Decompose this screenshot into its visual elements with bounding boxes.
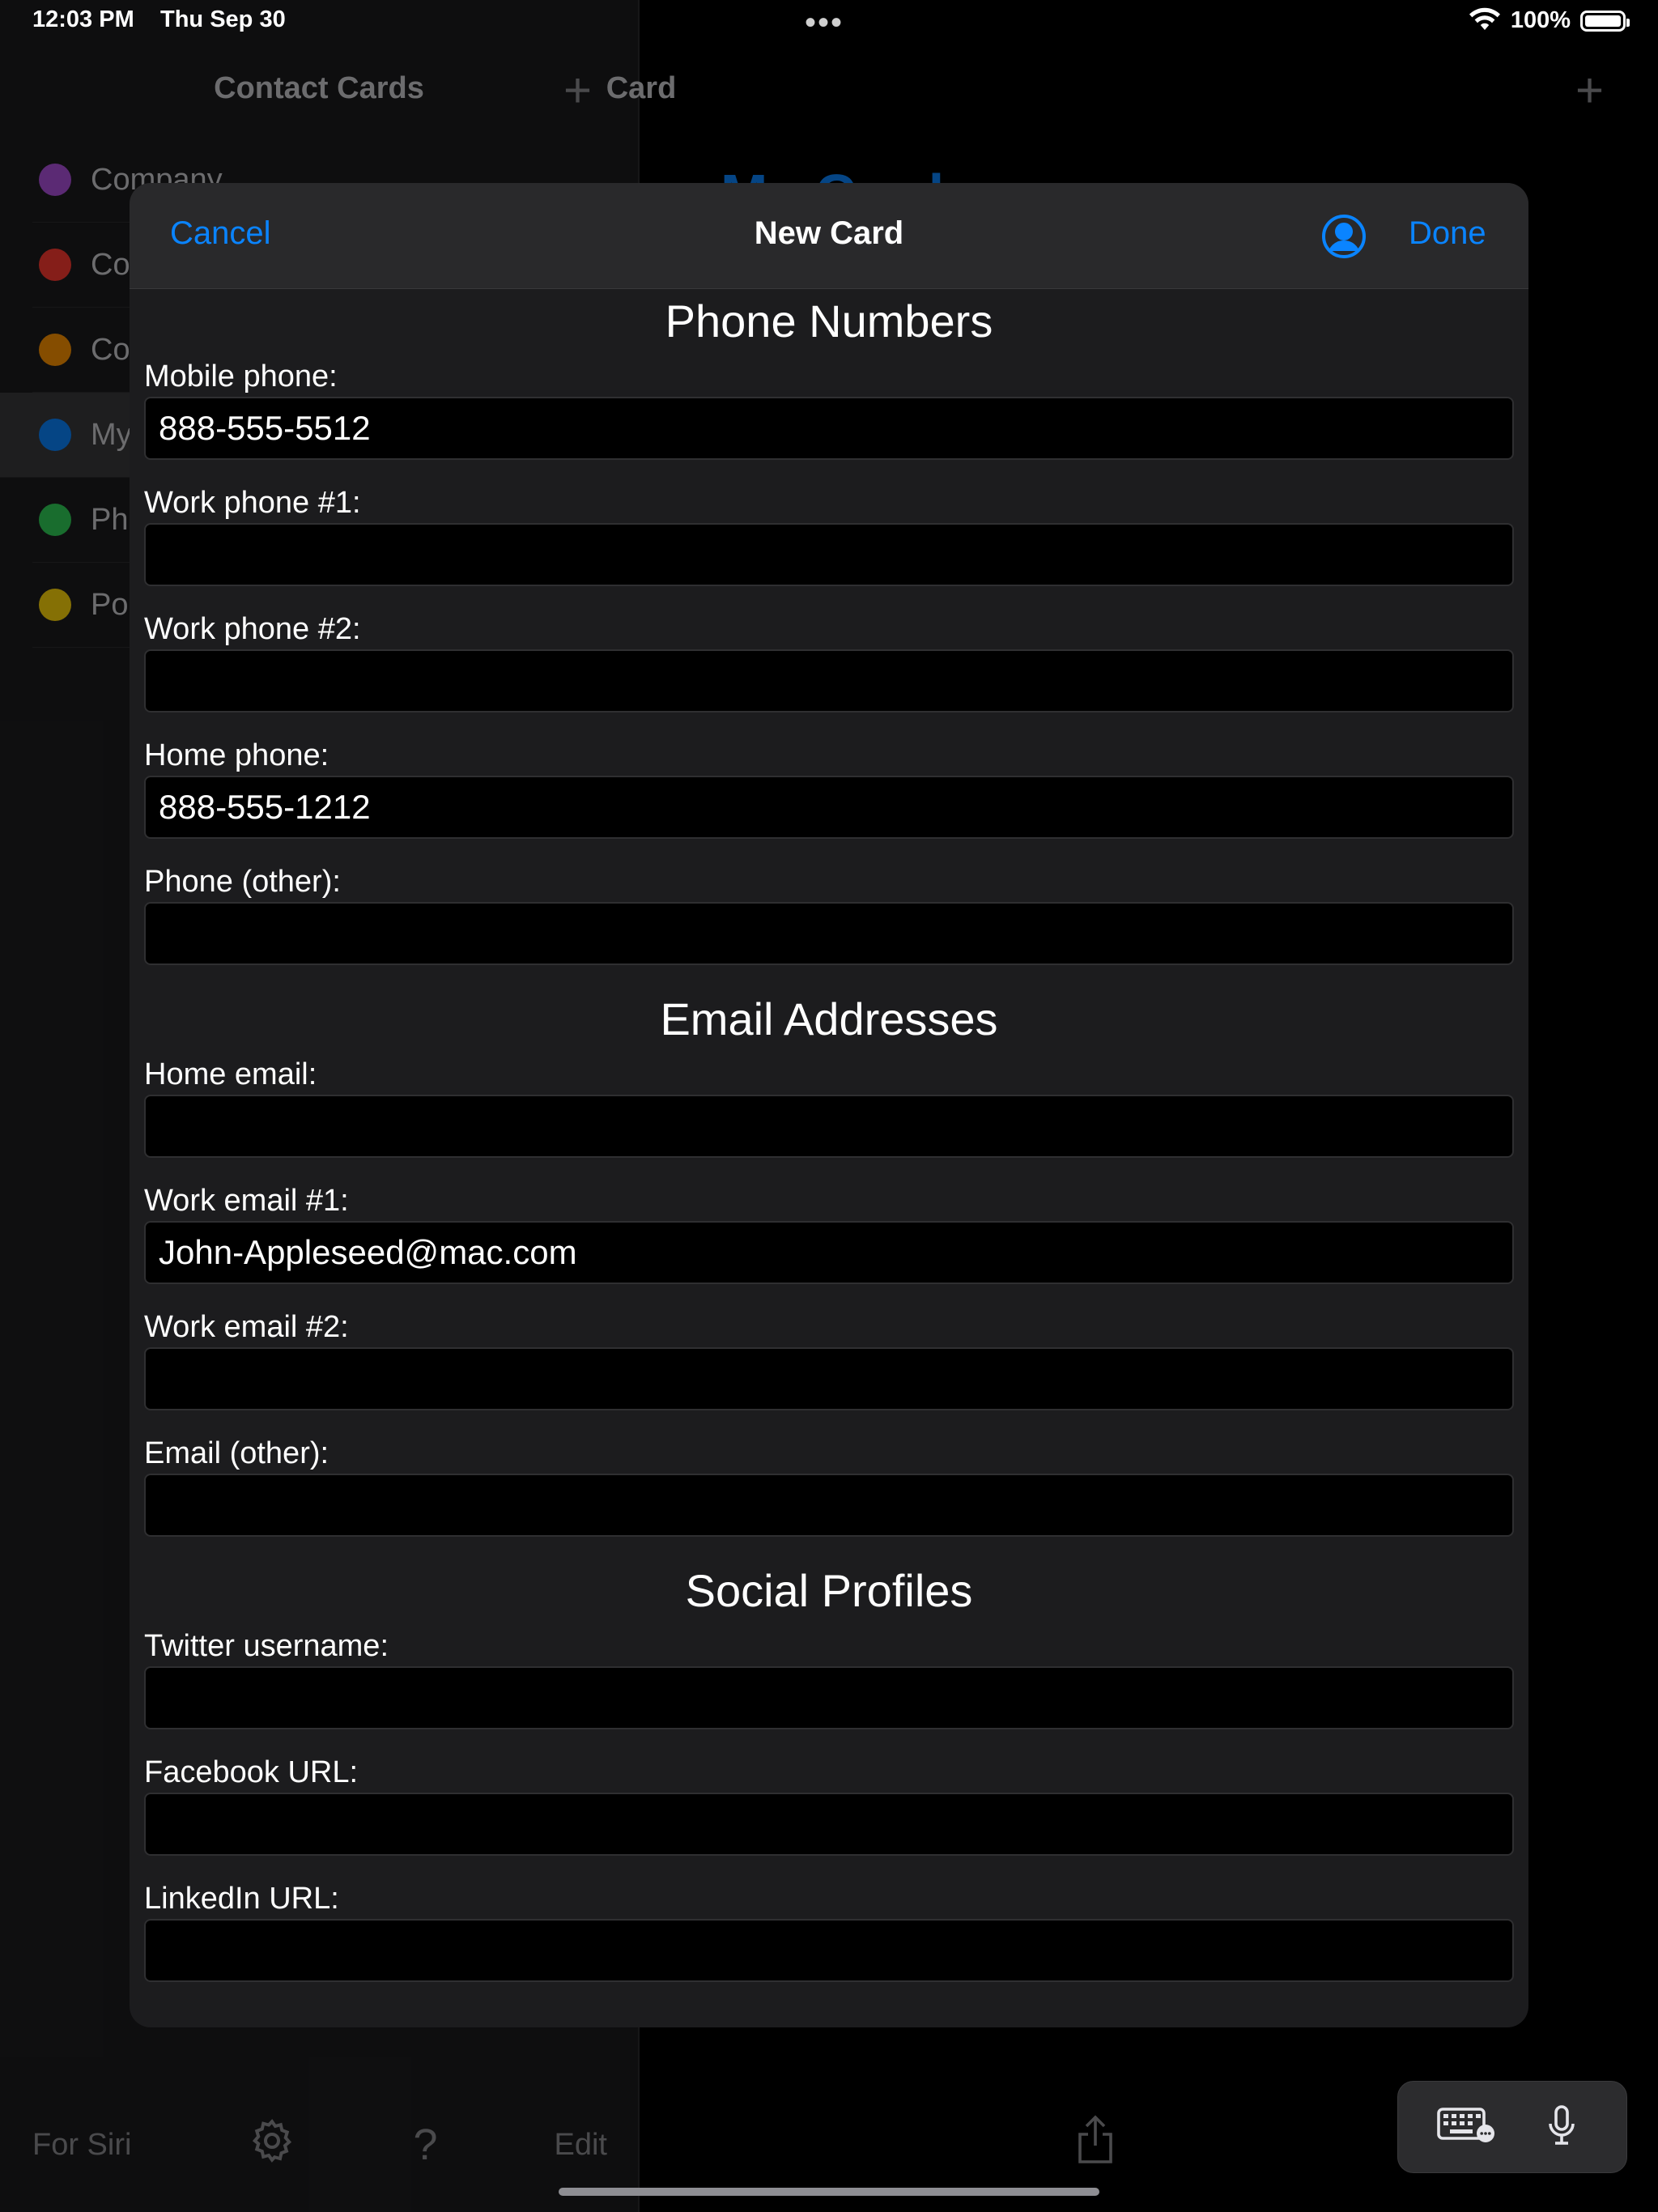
home-indicator [559, 2188, 1099, 2196]
done-button[interactable]: Done [1409, 215, 1486, 252]
battery-icon [1580, 10, 1630, 32]
work-phone-1-field[interactable] [144, 523, 1514, 586]
field-label: Work phone #2: [144, 612, 361, 646]
field-label: Work email #1: [144, 1184, 349, 1218]
battery-percentage: 100% [1510, 7, 1571, 33]
twitter-username-field[interactable] [144, 1666, 1514, 1729]
section-title-phone: Phone Numbers [665, 296, 993, 347]
keyboard-icon[interactable] [1437, 2108, 1495, 2147]
new-card-modal: Cancel New Card Done Phone Numbers Mobil… [130, 183, 1528, 2027]
field-label: LinkedIn URL: [144, 1882, 339, 1916]
wifi-icon [1469, 6, 1501, 35]
microphone-icon[interactable] [1545, 2104, 1578, 2150]
status-time: 12:03 PM [32, 6, 134, 32]
work-phone-2-field[interactable] [144, 649, 1514, 713]
field-label: Work email #2: [144, 1310, 349, 1344]
field-label: Twitter username: [144, 1629, 389, 1663]
work-email-2-field[interactable] [144, 1347, 1514, 1410]
other-phone-field[interactable] [144, 902, 1514, 965]
facebook-url-field[interactable] [144, 1793, 1514, 1856]
status-date: Thu Sep 30 [160, 6, 286, 32]
modal-nav-bar: Cancel New Card Done [130, 183, 1528, 289]
linkedin-url-field[interactable] [144, 1919, 1514, 1982]
work-email-1-field[interactable] [144, 1221, 1514, 1284]
section-title-email: Email Addresses [660, 993, 998, 1044]
field-label: Phone (other): [144, 865, 341, 899]
section-title-social: Social Profiles [685, 1565, 973, 1616]
field-label: Mobile phone: [144, 359, 338, 393]
modal-title: New Card [754, 215, 904, 251]
field-label: Work phone #1: [144, 486, 361, 520]
multitasking-dots-icon[interactable]: ••• [805, 6, 844, 39]
field-label: Facebook URL: [144, 1755, 359, 1789]
mobile-phone-field[interactable] [144, 397, 1514, 460]
field-label: Home phone: [144, 738, 329, 772]
keyboard-accessory [1397, 2081, 1627, 2173]
field-label: Home email: [144, 1057, 317, 1091]
person-circle-icon[interactable] [1321, 214, 1367, 259]
status-indicators: 100% [1469, 6, 1630, 35]
field-label: Email (other): [144, 1436, 329, 1470]
home-phone-field[interactable] [144, 776, 1514, 839]
home-email-field[interactable] [144, 1095, 1514, 1158]
card-form: Phone Numbers Mobile phone: Work phone #… [144, 288, 1514, 2003]
other-email-field[interactable] [144, 1474, 1514, 1537]
